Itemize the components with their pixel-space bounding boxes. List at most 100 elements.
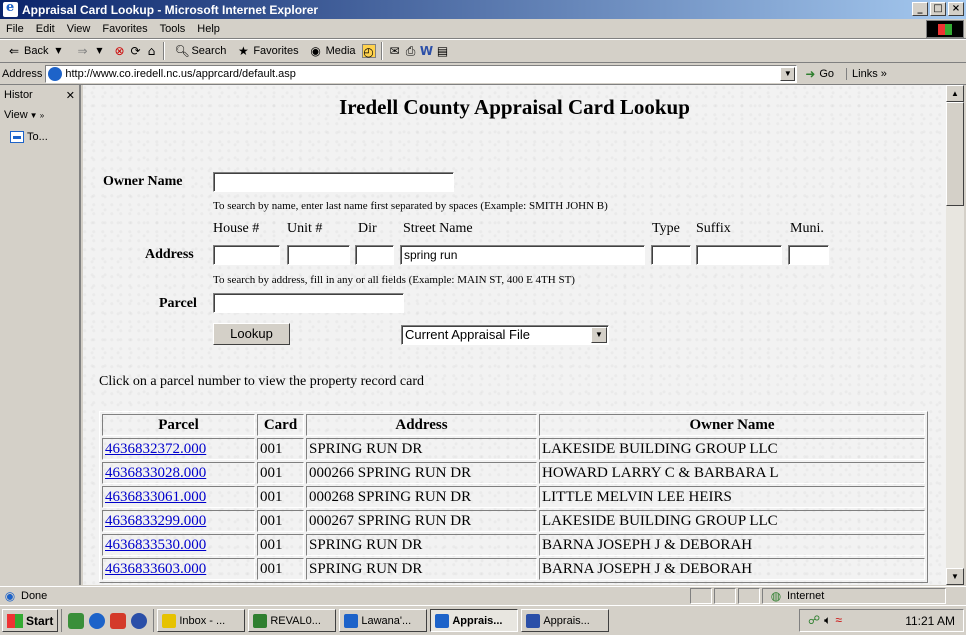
- menu-edit[interactable]: Edit: [30, 23, 61, 35]
- lookup-button[interactable]: Lookup: [213, 323, 290, 345]
- card-cell: 001: [260, 440, 283, 457]
- chevron-down-icon[interactable]: ▼: [591, 327, 607, 343]
- parcel-input[interactable]: [213, 293, 404, 313]
- parcel-link[interactable]: 4636833299.000: [105, 513, 206, 529]
- parcel-cell[interactable]: 4636833603.000: [102, 558, 255, 580]
- back-button[interactable]: ⇐ Back ▼: [3, 41, 69, 61]
- address-cell: 000266 SPRING RUN DR: [309, 464, 472, 481]
- address-cell: SPRING RUN DR: [309, 560, 423, 577]
- street-name-input[interactable]: spring run: [400, 245, 645, 265]
- links-button[interactable]: Links »: [846, 67, 887, 80]
- owner-name-cell: HOWARD LARRY C & BARBARA L: [542, 464, 779, 481]
- history-icon[interactable]: ◴: [361, 44, 376, 59]
- search-button[interactable]: 🔍︎ Search: [170, 41, 230, 61]
- scroll-up-icon[interactable]: ▲: [946, 85, 964, 102]
- word-edit-icon[interactable]: W: [420, 44, 434, 58]
- taskbar-button[interactable]: REVAL0...: [248, 609, 337, 632]
- card-cell: 001: [260, 464, 283, 481]
- table-row: 4636832372.000 001 SPRING RUN DR LAKESIDE B…: [102, 438, 925, 460]
- media-button[interactable]: ◉ Media: [305, 41, 360, 61]
- antivirus-icon[interactable]: ≈: [835, 613, 842, 628]
- clock: 11:21 AM: [905, 613, 955, 628]
- parcel-link[interactable]: 4636833061.000: [105, 489, 206, 505]
- ie-quicklaunch-icon[interactable]: [89, 612, 106, 629]
- owner-name-cell: BARNA JOSEPH J & DEBORAH: [542, 536, 753, 553]
- owner-name-cell: BARNA JOSEPH J & DEBORAH: [539, 534, 925, 556]
- start-button[interactable]: Start: [2, 609, 59, 632]
- volume-icon[interactable]: 🔈︎: [824, 613, 831, 628]
- parcel-cell[interactable]: 4636833028.000: [102, 462, 255, 484]
- menu-tools[interactable]: Tools: [154, 23, 192, 35]
- address-cell: SPRING RUN DR: [306, 534, 537, 556]
- taskbar-button[interactable]: Apprais...: [430, 609, 519, 632]
- address-cell: SPRING RUN DR: [309, 536, 423, 553]
- menu-help[interactable]: Help: [191, 23, 226, 35]
- unit-number-input[interactable]: [287, 245, 350, 265]
- discuss-icon[interactable]: ▤: [436, 44, 450, 58]
- card-cell: 001: [257, 510, 304, 532]
- card-cell: 001: [257, 438, 304, 460]
- history-header: Histor ✕: [0, 85, 79, 105]
- history-view-button[interactable]: View ▼ »: [0, 105, 79, 125]
- history-panel: Histor ✕ View ▼ » To...: [0, 85, 81, 585]
- menu-favorites[interactable]: Favorites: [96, 23, 153, 35]
- taskbar-button[interactable]: Inbox - ...: [157, 609, 246, 632]
- history-item[interactable]: To...: [10, 131, 79, 143]
- parcel-link[interactable]: 4636832372.000: [105, 441, 206, 457]
- type-input[interactable]: [651, 245, 691, 265]
- maximize-button[interactable]: □: [930, 2, 946, 16]
- task-app-icon: [253, 613, 268, 628]
- desktop-icon[interactable]: [68, 612, 85, 629]
- owner-name-cell: LITTLE MELVIN LEE HEIRS: [539, 486, 925, 508]
- taskbar-button[interactable]: Lawana'...: [339, 609, 428, 632]
- appraisal-file-select[interactable]: Current Appraisal File ▼: [401, 325, 609, 345]
- scroll-thumb[interactable]: [946, 102, 964, 206]
- taskbar-button[interactable]: Apprais...: [521, 609, 610, 632]
- media-label: Media: [325, 45, 356, 57]
- stop-icon[interactable]: ⊗: [112, 44, 126, 58]
- status-message: ◉ Done: [0, 589, 690, 603]
- card-cell: 001: [257, 534, 304, 556]
- parcel-cell[interactable]: 4636832372.000: [102, 438, 255, 460]
- task-label: Apprais...: [452, 614, 503, 627]
- scroll-down-icon[interactable]: ▼: [946, 568, 964, 585]
- house-number-input[interactable]: [213, 245, 280, 265]
- parcel-cell[interactable]: 4636833530.000: [102, 534, 255, 556]
- go-button[interactable]: ➜ Go: [803, 67, 834, 81]
- street-name-header: Street Name: [403, 221, 473, 236]
- vertical-scrollbar[interactable]: ▲ ▼: [946, 85, 964, 585]
- parcel-cell[interactable]: 4636833299.000: [102, 510, 255, 532]
- url-field[interactable]: http://www.co.iredell.nc.us/apprcard/def…: [45, 64, 798, 83]
- media-icon: ◉: [310, 44, 321, 58]
- home-icon[interactable]: ⌂: [144, 44, 158, 58]
- suffix-input[interactable]: [696, 245, 782, 265]
- parcel-link[interactable]: 4636833603.000: [105, 561, 206, 577]
- parcel-link[interactable]: 4636833530.000: [105, 537, 206, 553]
- toolbar-separator: [380, 42, 383, 60]
- mail-icon[interactable]: ✉: [388, 44, 402, 58]
- media-player-icon[interactable]: [131, 612, 148, 629]
- parcel-label: Parcel: [159, 296, 197, 311]
- menu-file[interactable]: File: [0, 23, 30, 35]
- url-text[interactable]: http://www.co.iredell.nc.us/apprcard/def…: [65, 68, 296, 80]
- minimize-button[interactable]: _: [912, 2, 928, 16]
- parcel-link[interactable]: 4636833028.000: [105, 465, 206, 481]
- owner-name-input[interactable]: [213, 172, 454, 192]
- menu-view[interactable]: View: [61, 23, 97, 35]
- close-button[interactable]: ×: [948, 2, 964, 16]
- table-row: 4636833061.000 001 000268 SPRING RUN DR LIT…: [102, 486, 925, 508]
- print-icon[interactable]: ⎙: [404, 44, 418, 58]
- network-icon[interactable]: ☍: [808, 613, 820, 628]
- favorites-button[interactable]: ★ Favorites: [232, 41, 302, 61]
- dir-input[interactable]: [355, 245, 394, 265]
- window-controls: _ □ ×: [912, 2, 964, 16]
- chevron-down-icon[interactable]: ▼: [780, 66, 796, 81]
- back-label: Back: [24, 45, 49, 57]
- parcel-cell[interactable]: 4636833061.000: [102, 486, 255, 508]
- refresh-icon[interactable]: ⟳: [128, 44, 142, 58]
- outlook-icon[interactable]: [110, 612, 127, 629]
- muni-input[interactable]: [788, 245, 829, 265]
- forward-button[interactable]: ⇒ ▼: [71, 41, 110, 61]
- close-icon[interactable]: ✕: [66, 89, 75, 102]
- toolbar: ⇐ Back ▼ ⇒ ▼ ⊗ ⟳ ⌂ 🔍︎ Search ★ Favorites…: [0, 39, 966, 63]
